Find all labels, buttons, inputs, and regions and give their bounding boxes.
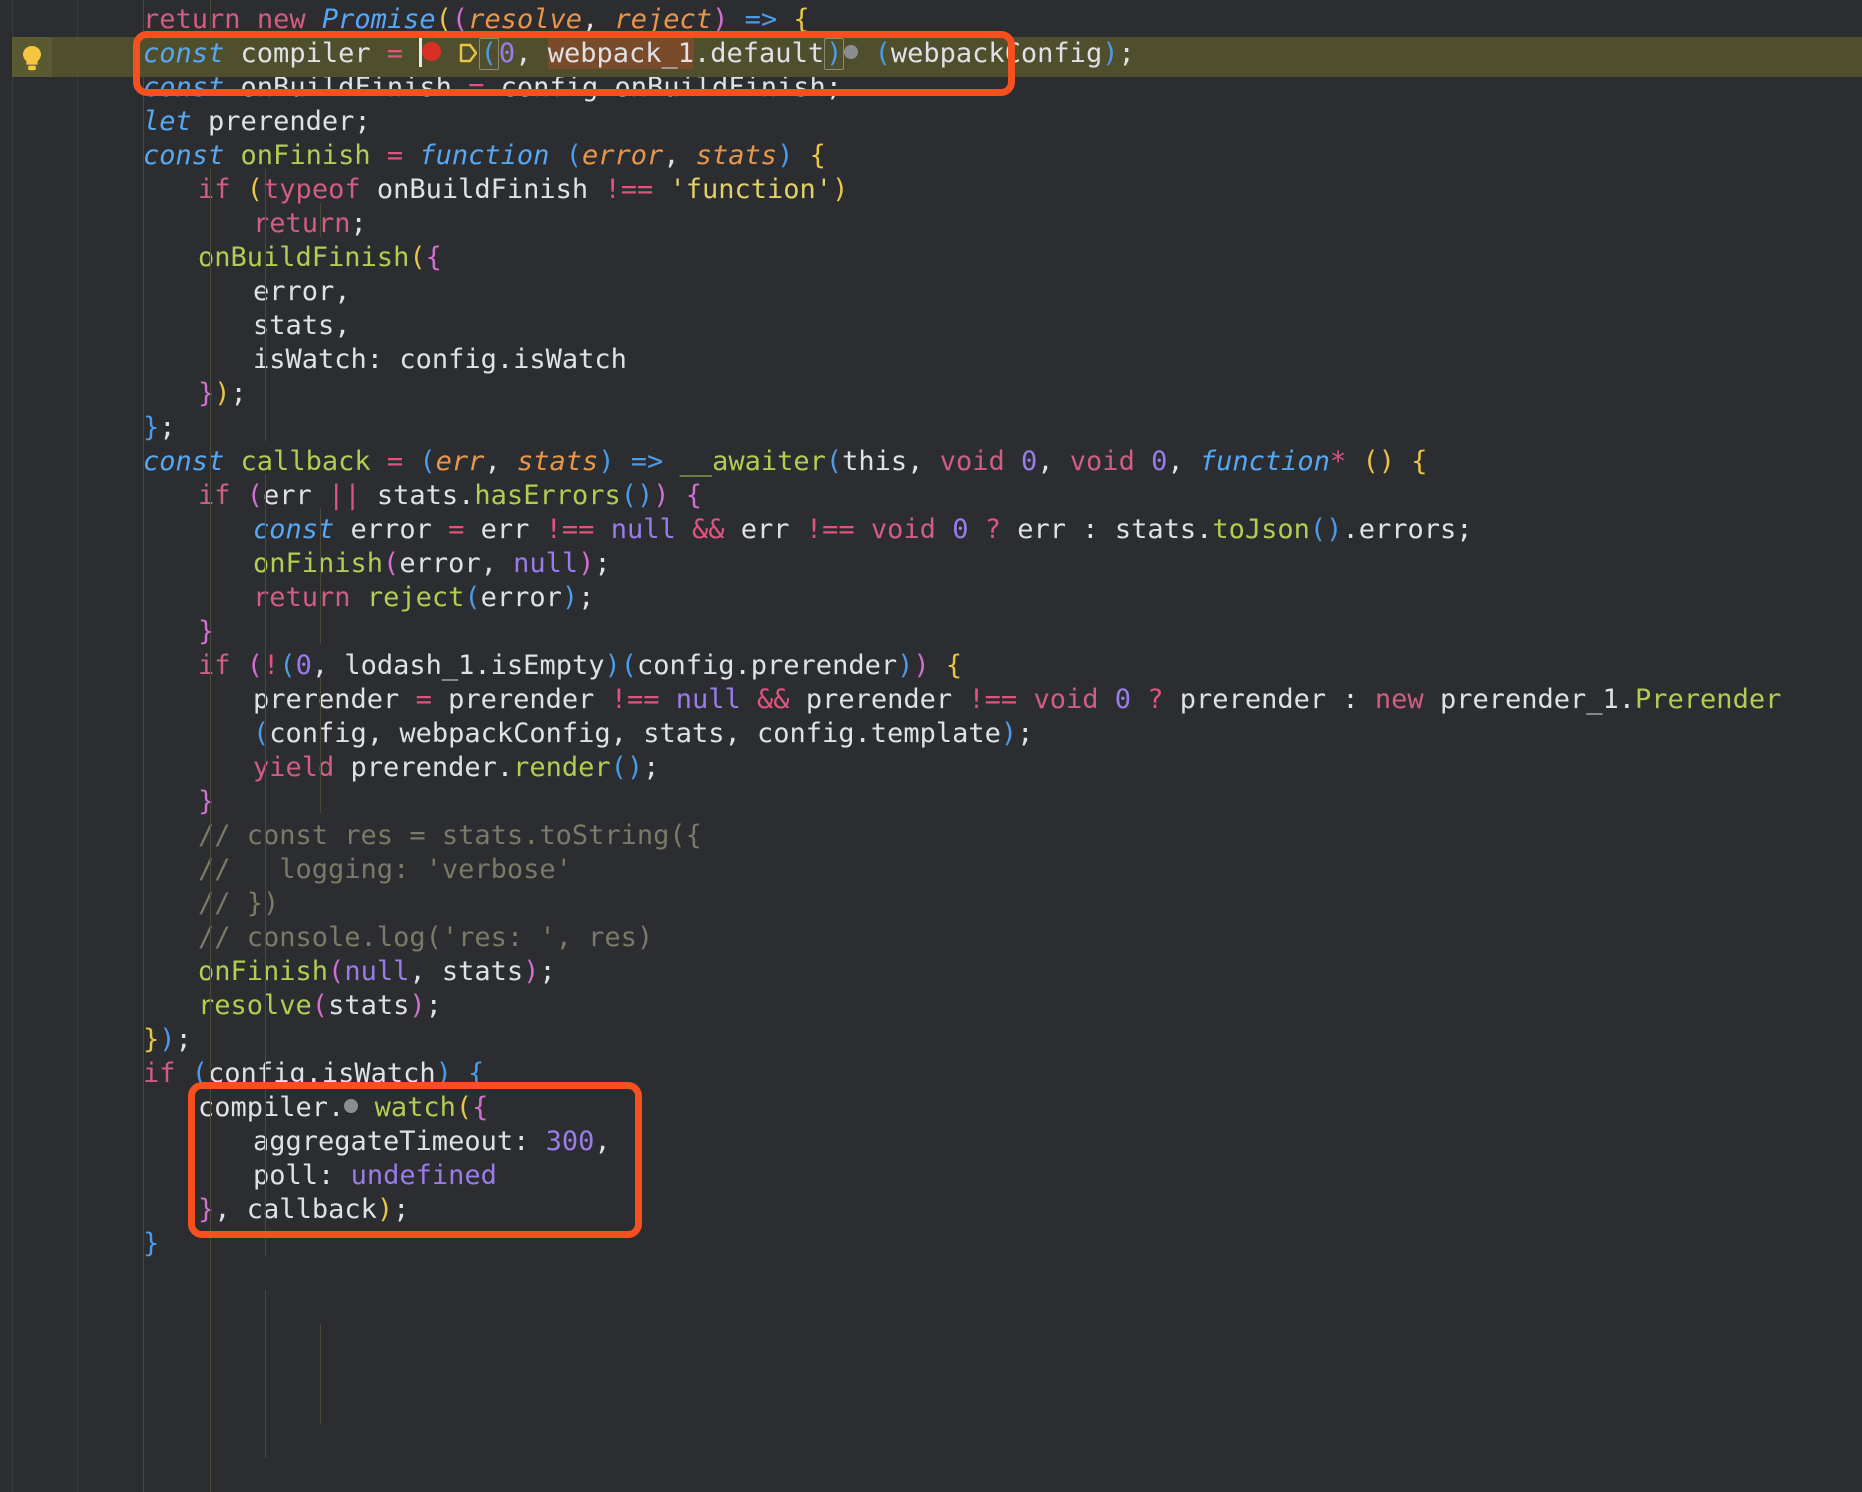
indent-guide <box>265 474 266 1084</box>
code-line-comment[interactable]: // const res = stats.toString({ <box>0 819 1862 853</box>
code-line[interactable]: let prerender; <box>0 105 1862 139</box>
code-line[interactable]: return reject(error); <box>0 581 1862 615</box>
indent-guide <box>320 508 321 644</box>
gray-dot-icon[interactable] <box>844 45 859 59</box>
code-line[interactable]: yield prerender.render(); <box>0 751 1862 785</box>
indent-guide <box>210 0 211 37</box>
code-line[interactable]: }, callback); <box>0 1193 1862 1227</box>
code-line[interactable]: if (typeof onBuildFinish !== 'function') <box>0 173 1862 207</box>
code-line-comment[interactable]: // }) <box>0 887 1862 921</box>
code-line[interactable]: return; <box>0 207 1862 241</box>
code-content[interactable]: return new Promise((resolve, reject) => … <box>0 0 1862 1492</box>
code-line[interactable]: }); <box>0 1023 1862 1057</box>
code-line[interactable]: const error = err !== null && err !== vo… <box>0 513 1862 547</box>
indent-guide <box>320 1324 321 1424</box>
code-line[interactable]: const onFinish = function (error, stats)… <box>0 139 1862 173</box>
red-dot-icon[interactable] <box>422 42 442 61</box>
gray-dot-icon[interactable] <box>344 1099 359 1113</box>
code-line[interactable]: stats, <box>0 309 1862 343</box>
indent-guide <box>265 1290 266 1458</box>
code-line[interactable]: }); <box>0 377 1862 411</box>
indent-guide <box>210 169 211 1492</box>
code-line[interactable]: }; <box>0 411 1862 445</box>
code-line[interactable]: } <box>0 615 1862 649</box>
code-line[interactable]: onFinish(null, stats); <box>0 955 1862 989</box>
code-line[interactable]: prerender = prerender !== null && preren… <box>0 683 1862 717</box>
chevron-right-outline-icon[interactable] <box>458 39 479 63</box>
code-line[interactable]: aggregateTimeout: 300, <box>0 1125 1862 1159</box>
code-line[interactable]: (config, webpackConfig, stats, config.te… <box>0 717 1862 751</box>
code-line[interactable]: resolve(stats); <box>0 989 1862 1023</box>
indent-guide <box>320 203 321 237</box>
indent-guide <box>320 677 321 813</box>
code-line[interactable]: } <box>0 1227 1862 1261</box>
indent-guide <box>265 169 266 441</box>
code-line-comment[interactable]: // console.log('res: ', res) <box>0 921 1862 955</box>
code-editor-window: return new Promise((resolve, reject) => … <box>0 0 1862 1492</box>
code-line[interactable]: onBuildFinish({ <box>0 241 1862 275</box>
code-line[interactable]: onFinish(error, null); <box>0 547 1862 581</box>
code-line-caret[interactable]: const compiler = (0, webpack_1.default) … <box>0 37 1862 71</box>
code-line[interactable]: if (!(0, lodash_1.isEmpty)(config.preren… <box>0 649 1862 683</box>
indent-guide <box>265 1082 266 1256</box>
code-line[interactable]: return new Promise((resolve, reject) => … <box>0 3 1862 37</box>
code-line[interactable]: if (err || stats.hasErrors()) { <box>0 479 1862 513</box>
code-line[interactable]: compiler. watch({ <box>0 1091 1862 1125</box>
code-line[interactable]: if (config.isWatch) { <box>0 1057 1862 1091</box>
code-line[interactable]: const callback = (err, stats) => __await… <box>0 445 1862 479</box>
code-line[interactable]: poll: undefined <box>0 1159 1862 1193</box>
code-line-comment[interactable]: // logging: 'verbose' <box>0 853 1862 887</box>
code-line[interactable]: error, <box>0 275 1862 309</box>
code-line[interactable]: isWatch: config.isWatch <box>0 343 1862 377</box>
code-line[interactable]: } <box>0 785 1862 819</box>
